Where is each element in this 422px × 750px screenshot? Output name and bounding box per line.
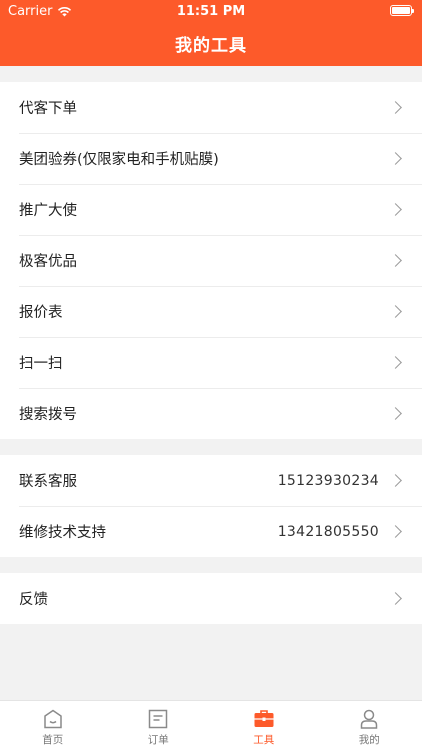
row-label: 报价表 bbox=[19, 305, 63, 321]
row-customer-service[interactable]: 联系客服 15123930234 bbox=[0, 455, 422, 506]
tab-orders[interactable]: 订单 bbox=[106, 701, 212, 750]
toolbox-icon bbox=[254, 710, 274, 727]
chevron-right-icon bbox=[389, 152, 402, 165]
row-geek-products[interactable]: 极客优品 bbox=[0, 235, 422, 286]
tools-list: 代客下单 美团验券(仅限家电和手机贴膜) 推广大使 极客优品 报价表 扫一扫 搜… bbox=[0, 82, 422, 439]
chevron-right-icon bbox=[389, 525, 402, 538]
feedback-list: 反馈 bbox=[0, 573, 422, 624]
tab-label: 工具 bbox=[253, 734, 275, 746]
person-icon bbox=[361, 709, 378, 729]
tab-profile[interactable]: 我的 bbox=[317, 701, 422, 750]
row-valet-order[interactable]: 代客下单 bbox=[0, 82, 422, 133]
chevron-right-icon bbox=[389, 592, 402, 605]
row-label: 扫一扫 bbox=[19, 356, 63, 372]
status-time: 11:51 PM bbox=[176, 4, 246, 19]
row-tech-support[interactable]: 维修技术支持 13421805550 bbox=[0, 506, 422, 557]
row-meituan-voucher[interactable]: 美团验券(仅限家电和手机贴膜) bbox=[0, 133, 422, 184]
tab-bar: 首页 订单 工具 我的 bbox=[0, 700, 422, 750]
contact-list: 联系客服 15123930234 维修技术支持 13421805550 bbox=[0, 455, 422, 557]
row-label: 维修技术支持 bbox=[19, 525, 106, 541]
phone-number: 15123930234 bbox=[277, 472, 379, 489]
row-search-dial[interactable]: 搜索拨号 bbox=[0, 388, 422, 439]
chevron-right-icon bbox=[389, 305, 402, 318]
tab-label: 订单 bbox=[147, 734, 169, 746]
phone-number: 13421805550 bbox=[277, 523, 379, 540]
row-feedback[interactable]: 反馈 bbox=[0, 573, 422, 624]
row-label: 代客下单 bbox=[19, 101, 77, 117]
battery-icon bbox=[390, 5, 414, 16]
row-label: 推广大使 bbox=[19, 203, 77, 219]
row-label: 反馈 bbox=[19, 592, 48, 608]
tab-label: 首页 bbox=[42, 734, 64, 746]
tab-home[interactable]: 首页 bbox=[0, 701, 106, 750]
home-icon bbox=[44, 709, 62, 729]
row-label: 搜索拨号 bbox=[19, 407, 77, 423]
status-bar: Carrier 11:51 PM bbox=[0, 0, 422, 22]
tab-label: 我的 bbox=[358, 734, 380, 746]
row-promotion-ambassador[interactable]: 推广大使 bbox=[0, 184, 422, 235]
chevron-right-icon bbox=[389, 203, 402, 216]
row-label: 极客优品 bbox=[19, 254, 77, 270]
order-icon bbox=[149, 709, 168, 729]
row-scan[interactable]: 扫一扫 bbox=[0, 337, 422, 388]
row-label: 联系客服 bbox=[19, 474, 77, 490]
chevron-right-icon bbox=[389, 254, 402, 267]
page-title: 我的工具 bbox=[175, 36, 247, 56]
chevron-right-icon bbox=[389, 356, 402, 369]
chevron-right-icon bbox=[389, 407, 402, 420]
header: Carrier 11:51 PM 我的工具 bbox=[0, 0, 422, 66]
row-price-list[interactable]: 报价表 bbox=[0, 286, 422, 337]
tab-tools[interactable]: 工具 bbox=[211, 701, 317, 750]
chevron-right-icon bbox=[389, 474, 402, 487]
row-label: 美团验券(仅限家电和手机贴膜) bbox=[19, 152, 219, 168]
chevron-right-icon bbox=[389, 101, 402, 114]
